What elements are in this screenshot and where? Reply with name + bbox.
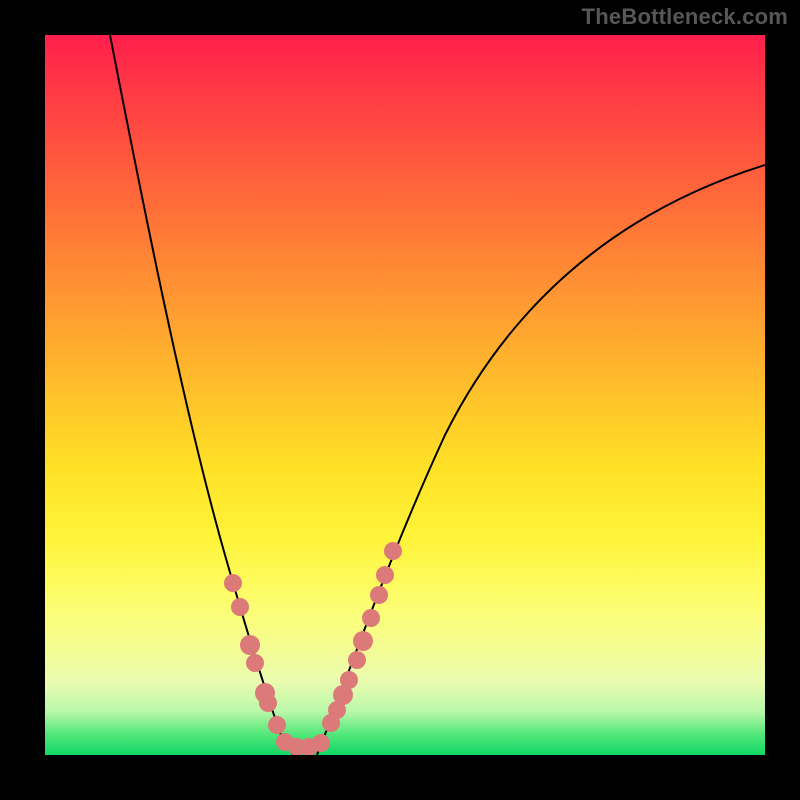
curve-right (317, 165, 765, 755)
chart-svg (45, 35, 765, 755)
curve-left (110, 35, 293, 755)
chart-container: TheBottleneck.com (0, 0, 800, 800)
watermark-text: TheBottleneck.com (582, 4, 788, 30)
plot-area (45, 35, 765, 755)
data-points (224, 542, 402, 755)
